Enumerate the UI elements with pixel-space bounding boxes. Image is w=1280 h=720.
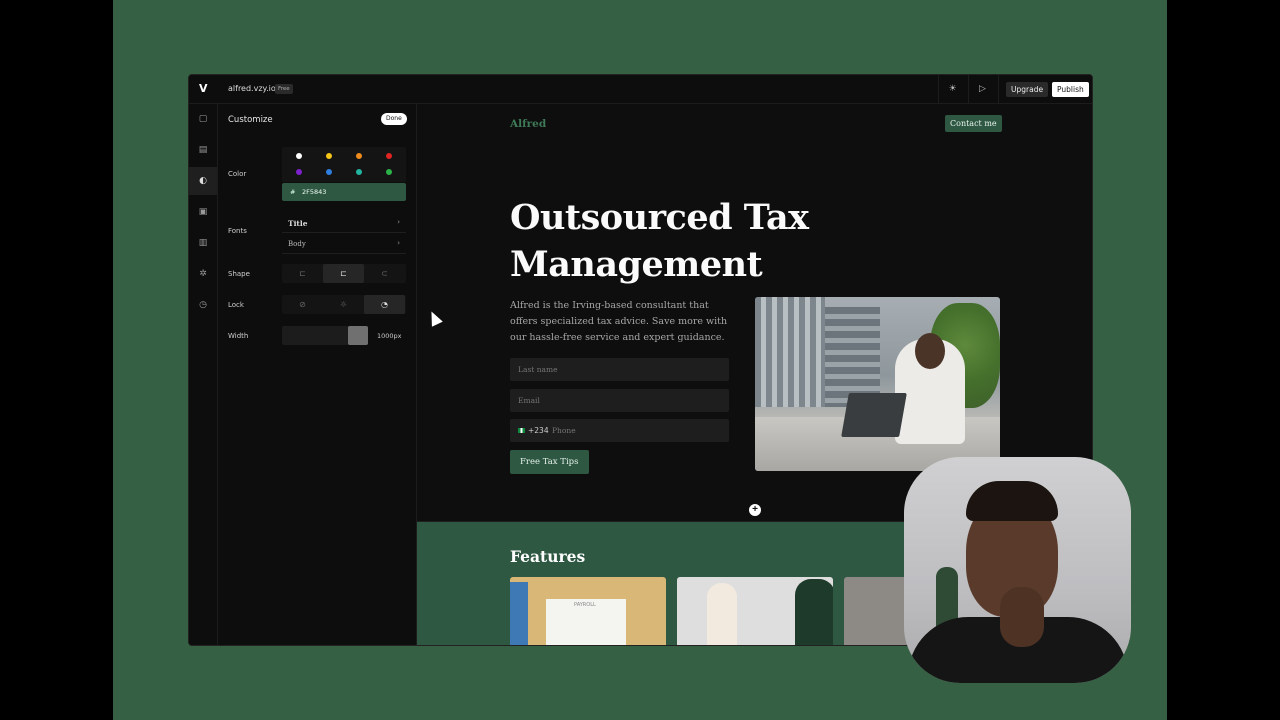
font-title-label: Title <box>288 219 308 228</box>
sun-icon[interactable]: ☀ <box>946 83 959 96</box>
swatch-red[interactable] <box>386 153 392 159</box>
shape-rounded-icon[interactable]: ⊏ <box>323 264 364 283</box>
shape-round-icon[interactable]: ⊂ <box>364 264 405 283</box>
person-shape <box>795 579 833 645</box>
top-toolbar: V alfred.vzy.io Free ☀ ▷ Upgrade Publish <box>189 75 1092 104</box>
width-label: Width <box>228 332 249 340</box>
page-icon[interactable]: ▢ <box>189 105 217 133</box>
font-body-label: Body <box>288 240 306 248</box>
lock-none-icon[interactable]: ⊘ <box>282 295 323 314</box>
width-value: 1000px <box>377 332 402 340</box>
site-url[interactable]: alfred.vzy.io <box>228 84 276 93</box>
plan-badge: Free <box>275 84 293 94</box>
shape-square-icon[interactable]: ⊏ <box>282 264 323 283</box>
swatch-purple[interactable] <box>296 169 302 175</box>
building-shape <box>755 297 825 407</box>
head-shape <box>915 333 945 369</box>
features-title[interactable]: Features <box>510 547 585 566</box>
swatch-teal[interactable] <box>356 169 362 175</box>
feature-card[interactable]: PAYROLL <box>510 577 666 645</box>
gear-icon[interactable]: ✲ <box>189 260 217 288</box>
hex-value: 2F5843 <box>302 188 327 196</box>
lastname-input[interactable] <box>510 358 729 381</box>
building-shape <box>825 307 880 407</box>
customize-panel: Customize Done Color # 2F5843 Fonts Titl… <box>218 104 417 645</box>
panel-title: Customize <box>228 115 273 125</box>
swatch-orange[interactable] <box>356 153 362 159</box>
shape-label: Shape <box>228 270 250 278</box>
lock-label: Lock <box>228 301 244 309</box>
chevron-right-icon: › <box>397 239 400 247</box>
play-icon[interactable]: ▷ <box>976 83 989 96</box>
chevron-right-icon: › <box>397 218 400 226</box>
hero-description[interactable]: Alfred is the Irving-based consultant th… <box>510 298 735 346</box>
hero-title[interactable]: Outsourced Tax Management <box>510 194 910 288</box>
done-button[interactable]: Done <box>381 113 407 125</box>
chart-icon[interactable]: ▥ <box>189 229 217 257</box>
swatch-green[interactable] <box>386 169 392 175</box>
lock-dark-icon[interactable]: ◔ <box>364 295 405 314</box>
email-input[interactable] <box>510 389 729 412</box>
width-slider[interactable] <box>282 326 368 345</box>
laptop-shape <box>841 393 907 437</box>
nigeria-flag-icon[interactable] <box>518 428 525 433</box>
add-section-button[interactable]: + <box>749 504 761 516</box>
shape-selector: ⊏ ⊏ ⊂ <box>282 264 406 283</box>
clock-icon[interactable]: ◷ <box>189 291 217 319</box>
person-shape <box>707 583 737 645</box>
dial-code[interactable]: +234 <box>528 426 549 435</box>
hero-image[interactable] <box>755 297 1000 471</box>
left-icon-rail: ▢ ▤ ◐ ▣ ▥ ✲ ◷ <box>189 104 218 645</box>
color-label: Color <box>228 170 247 178</box>
publish-button[interactable]: Publish <box>1052 82 1089 97</box>
fonts-label: Fonts <box>228 227 247 235</box>
color-swatches <box>282 147 406 182</box>
font-body-row[interactable]: Body › <box>282 235 406 254</box>
phone-input[interactable] <box>552 419 722 442</box>
document-icon[interactable]: ▤ <box>189 136 217 164</box>
binder-shape <box>510 582 528 645</box>
image-icon[interactable]: ▣ <box>189 198 217 226</box>
lock-light-icon[interactable]: ☼ <box>323 295 364 314</box>
hex-color-input[interactable]: # 2F5843 <box>282 183 406 201</box>
feature-card[interactable] <box>677 577 833 645</box>
toolbar-divider <box>998 75 999 104</box>
hair-shape <box>966 481 1058 521</box>
contact-button[interactable]: Contact me <box>945 115 1002 132</box>
hex-hash: # <box>290 188 296 196</box>
payroll-label: PAYROLL <box>574 602 596 608</box>
toolbar-divider <box>968 75 969 104</box>
swatch-blue[interactable] <box>326 169 332 175</box>
site-brand[interactable]: Alfred <box>510 118 546 130</box>
palette-icon[interactable]: ◐ <box>189 167 217 195</box>
vzy-logo-icon: V <box>199 82 208 95</box>
swatch-yellow[interactable] <box>326 153 332 159</box>
free-tax-tips-button[interactable]: Free Tax Tips <box>510 450 589 474</box>
font-title-row[interactable]: Title › <box>282 214 406 233</box>
upgrade-button[interactable]: Upgrade <box>1006 82 1049 97</box>
lock-selector: ⊘ ☼ ◔ <box>282 295 406 314</box>
hand-shape <box>1000 587 1044 647</box>
swatch-white[interactable] <box>296 153 302 159</box>
width-slider-thumb[interactable] <box>348 326 368 345</box>
webcam-overlay <box>904 457 1131 683</box>
phone-field: +234 <box>510 419 729 442</box>
toolbar-divider <box>938 75 939 104</box>
